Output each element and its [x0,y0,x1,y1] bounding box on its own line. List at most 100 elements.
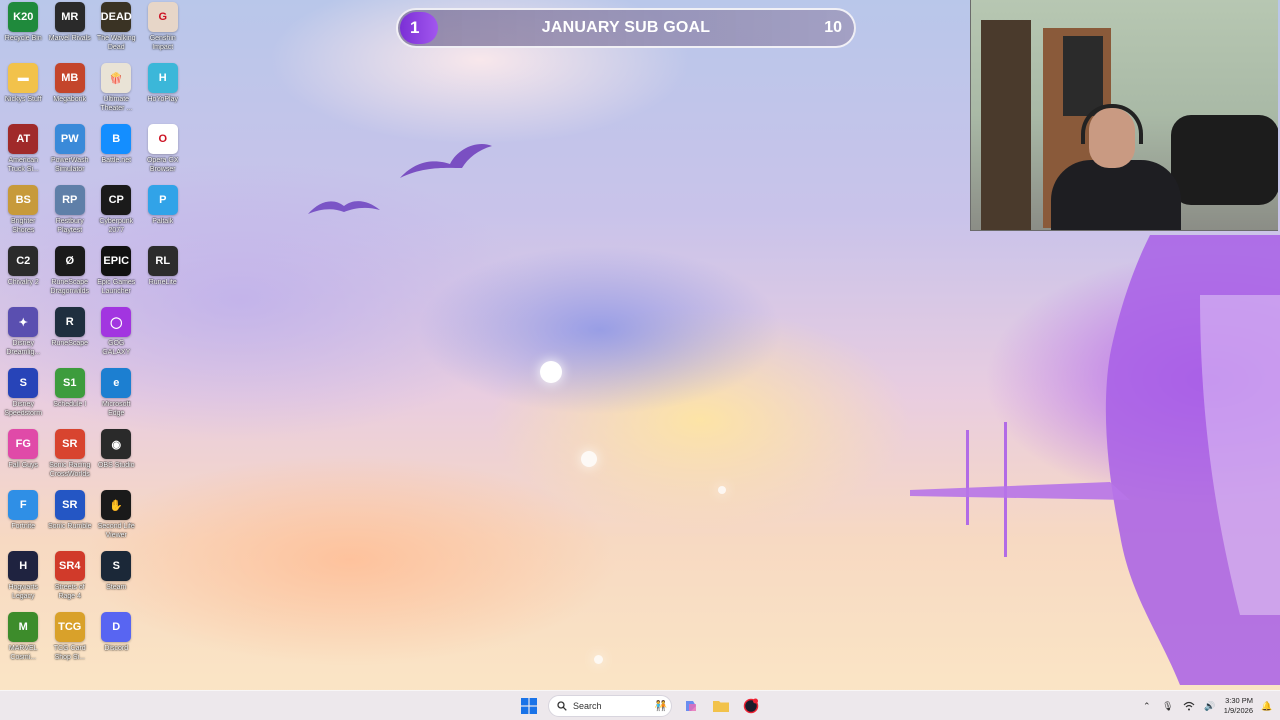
desktop-icon[interactable]: G Genshin Impact [140,2,187,63]
clock-time: 3:30 PM [1225,696,1253,705]
microphone-icon[interactable]: 🎙 [1161,699,1175,713]
desktop-icon[interactable]: S Disney Speedstorm [0,368,47,429]
file-explorer-button[interactable] [710,695,732,717]
desktop-icon[interactable]: ✦ Disney Dreamlig... [0,307,47,368]
desktop-icon[interactable]: AT American Truck Si... [0,124,47,185]
fortnite-icon: F [8,490,39,520]
desktop-icon[interactable]: SR4 Streets of Rage 4 [47,551,94,612]
sub-goal-bar: 1 JANUARY SUB GOAL 10 [396,8,856,48]
desktop-icon[interactable]: FG Fall Guys [0,429,47,490]
start-button[interactable] [518,695,540,717]
desktop-icon-label: American Truck Si... [7,157,39,173]
desktop-icon-label: Discord [104,645,129,652]
system-tray: ⌃ 🎙 🔊 3:30 PM 1/9/2026 🔔 [1140,694,1274,718]
desktop-icon[interactable]: DEAD The Walking Dead [93,2,140,63]
desktop-icon[interactable]: M MARVEL Cosmi... [0,612,47,673]
desktop-icon[interactable]: B Battle.net [93,124,140,185]
opera-gx-taskbar-button[interactable] [740,695,762,717]
desktop-icon[interactable]: D Discord [93,612,140,673]
disney-dreamlight-icon: ✦ [8,307,39,337]
chevron-up-icon[interactable]: ⌃ [1140,699,1154,713]
desktop-icon[interactable]: CP Cyberpunk 2077 [93,185,140,246]
epic-games-icon: EPIC [101,246,132,276]
desktop-icon-label: Fall Guys [8,462,39,469]
desktop-icon[interactable]: F Fortnite [0,490,47,551]
notification-bell-icon[interactable]: 🔔 [1260,699,1274,713]
desktop-icon[interactable]: S Steam [93,551,140,612]
bird-silhouette [308,201,380,214]
desktop-icon[interactable]: S1 Schedule I [47,368,94,429]
folder-icon: ▬ [8,63,39,93]
sub-goal-current: 1 [410,18,420,37]
desktop-icon-label: TCG Card Shop Si... [53,645,86,661]
desktop-icon[interactable]: SR Sonic Rumble [47,490,94,551]
desktop-icon-label: GOG GALAXY [102,340,131,356]
desktop-icon-label: Epic Games Launcher [97,279,136,295]
marvel-cosmic-icon: M [8,612,39,642]
desktop-icon-label: Streets of Rage 4 [54,584,85,600]
desktop-empty-slot [140,551,187,612]
sub-goal-target: 10 [824,19,842,36]
desktop-icon[interactable]: PW PowerWash Simulator [47,124,94,185]
desktop-icon-label: Marvel Rivals [48,35,91,42]
webcam-chair [1171,115,1278,205]
opera-gx-icon [743,698,759,714]
chivalry-icon: C2 [8,246,39,276]
desktop-icon[interactable]: H HoYoPlay [140,63,187,124]
desktop-icon-label: HoYoPlay [147,96,179,103]
runescape-dragonwilds-icon: Ø [54,246,85,276]
second-life-icon: ✋ [101,490,132,520]
desktop-icon[interactable]: R RuneScape [47,307,94,368]
taskbar-center: Search 🧑‍🤝‍🧑 [518,694,762,718]
desktop-icon[interactable]: RP Restbury Playtest [47,185,94,246]
desktop-icon-label: The Walking Dead [96,35,136,51]
volume-icon[interactable]: 🔊 [1203,699,1217,713]
desktop-icon-label: Chivalry 2 [7,279,39,286]
desktop-icon[interactable]: BS Brighter Shores [0,185,47,246]
desktop-icon-label: Disney Dreamlig... [6,340,41,356]
light-orb [540,361,562,383]
desktop-icon-label: OBS Studio [97,462,135,469]
desktop-icon-label: Genshin Impact [149,35,176,51]
desktop-icon-label: Brighter Shores [10,218,36,234]
desktop-icon[interactable]: ◉ OBS Studio [93,429,140,490]
desktop-icon-label: Hogwarts Legacy [8,584,39,600]
search-icon [557,701,567,711]
copilot-button[interactable] [680,695,702,717]
steam-icon: S [101,551,132,581]
antenna-silhouette [910,422,1130,557]
desktop-icon-label: Sonic Rumble [47,523,92,530]
restbury-icon: RP [54,185,85,215]
desktop-icon-label: Steam [106,584,127,591]
desktop-icon[interactable]: H Hogwarts Legacy [0,551,47,612]
edge-icon: e [101,368,132,398]
taskbar-search[interactable]: Search 🧑‍🤝‍🧑 [548,695,672,717]
cyberpunk-icon: CP [101,185,132,215]
desktop-icon-label: Disney Speedstorm [4,401,43,417]
desktop-icon[interactable]: RL RuneLite [140,246,187,307]
desktop-icon[interactable]: Ø RuneScape Dragonwilds [47,246,94,307]
desktop-icon-label: Restbury Playtest [55,218,84,234]
desktop-icon-label: Battle.net [101,157,132,164]
desktop-icon[interactable]: EPIC Epic Games Launcher [93,246,140,307]
desktop-icon[interactable]: ◯ GOG GALAXY [93,307,140,368]
desktop-icon[interactable]: C2 Chivalry 2 [0,246,47,307]
tcg-card-shop-icon: TCG [54,612,85,642]
desktop-icon-label: Paltalk [152,218,174,225]
desktop-icon[interactable]: 🍿 Ultimate Theater ... [93,63,140,124]
desktop-icon[interactable]: K20 Recycle Bin [0,2,47,63]
desktop-icon[interactable]: MR Marvel Rivals [47,2,94,63]
desktop-empty-slot [140,490,187,551]
desktop-icon[interactable]: SR Sonic Racing CrossWorlds [47,429,94,490]
desktop-icon[interactable]: ▬ Nickys Stuff [0,63,47,124]
desktop-icon[interactable]: TCG TCG Card Shop Si... [47,612,94,673]
wifi-icon[interactable] [1182,699,1196,713]
desktop-icon[interactable]: ✋ Second Life Viewer [93,490,140,551]
webcam-background-shelf [1063,36,1103,116]
desktop-icon[interactable]: O Opera GX Browser [140,124,187,185]
desktop-icon[interactable]: P Paltalk [140,185,187,246]
desktop-icon[interactable]: MB Megabonk [47,63,94,124]
desktop-icon[interactable]: e Microsoft Edge [93,368,140,429]
taskbar-clock[interactable]: 3:30 PM 1/9/2026 [1224,696,1253,716]
disney-speedstorm-icon: S [8,368,39,398]
